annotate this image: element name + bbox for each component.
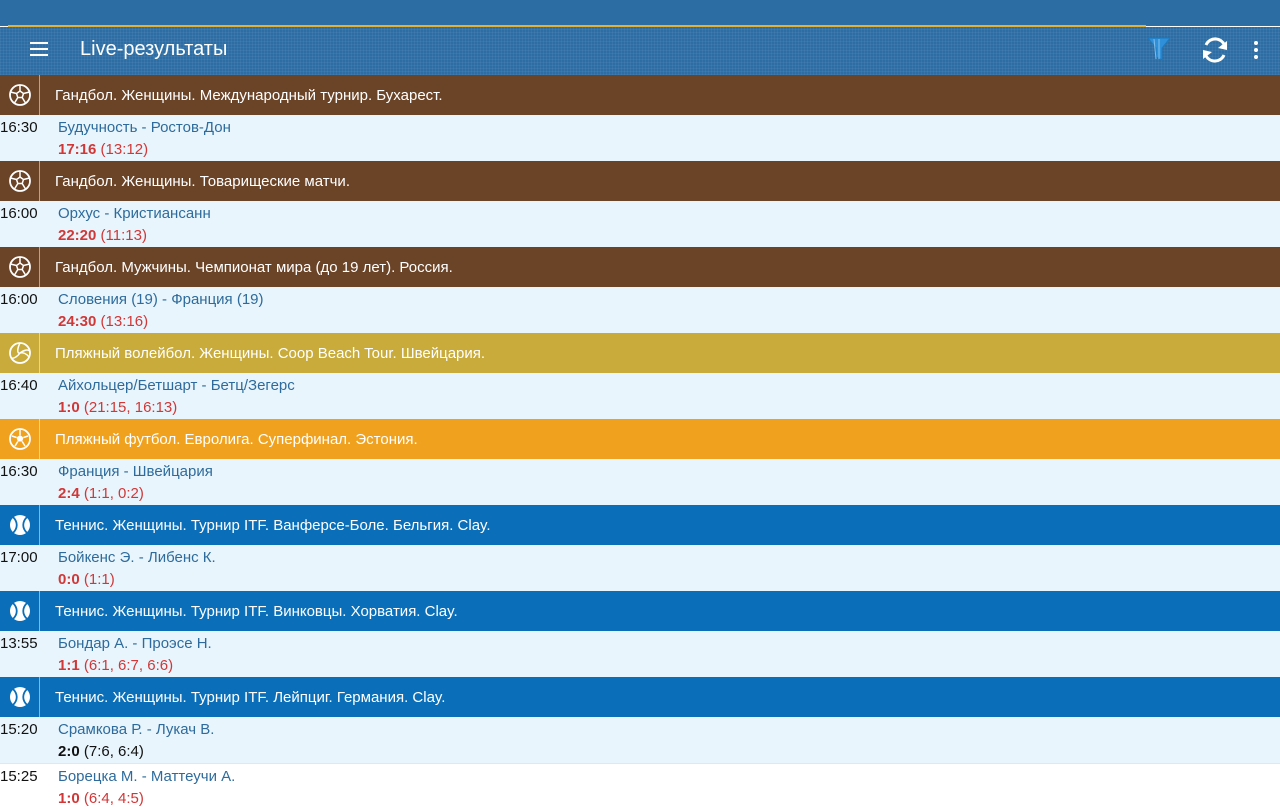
match-row[interactable]: 16:40 Айхольцер/Бетшарт - Бетц/Зегерс 1:… xyxy=(0,373,1280,419)
match-time: 16:30 xyxy=(0,463,38,480)
refresh-icon xyxy=(1200,37,1230,69)
match-score: 1:0 (21:15, 16:13) xyxy=(58,399,178,416)
match-row[interactable]: 16:00 Словения (19) - Франция (19) 24:30… xyxy=(0,287,1280,333)
match-time: 16:40 xyxy=(0,377,38,394)
menu-button[interactable] xyxy=(20,37,60,65)
match-score: 1:1 (6:1, 6:7, 6:6) xyxy=(58,657,174,674)
refresh-button[interactable] xyxy=(1200,35,1232,67)
match-row[interactable]: 15:20 Срамкова Р. - Лукач В. 2:0 (7:6, 6… xyxy=(0,717,1280,763)
more-options-button[interactable] xyxy=(1244,35,1268,65)
match-row[interactable]: 13:55 Бондар А. - Проэсе Н. 1:1 (6:1, 6:… xyxy=(0,631,1280,677)
match-row[interactable]: 17:00 Бойкенс Э. - Либенс К. 0:0 (1:1) xyxy=(0,545,1280,591)
match-score: 1:0 (6:4, 4:5) xyxy=(58,790,144,807)
volleyball-icon xyxy=(0,333,40,373)
match-score: 0:0 (1:1) xyxy=(58,571,115,588)
soccer-ball-icon xyxy=(0,419,40,459)
filter-button[interactable] xyxy=(1146,35,1176,65)
tournament-title: Гандбол. Женщины. Товарищеские матчи. xyxy=(55,172,350,190)
tournament-title: Гандбол. Женщины. Международный турнир. … xyxy=(55,86,443,104)
tournament-header[interactable]: Пляжный футбол. Евролига. Суперфинал. Эс… xyxy=(0,419,1280,459)
match-score: 2:0 (7:6, 6:4) xyxy=(58,743,144,760)
app-bar: Live-результаты xyxy=(0,27,1280,75)
tournament-title: Гандбол. Мужчины. Чемпионат мира (до 19 … xyxy=(55,258,453,276)
match-time: 17:00 xyxy=(0,549,38,566)
match-row[interactable]: 15:25 Борецка М. - Маттеучи А. 1:0 (6:4,… xyxy=(0,763,1280,810)
match-time: 16:00 xyxy=(0,291,38,308)
match-time: 16:00 xyxy=(0,205,38,222)
hamburger-menu-icon xyxy=(20,42,60,56)
tournament-title: Теннис. Женщины. Турнир ITF. Винковцы. Х… xyxy=(55,602,458,620)
tournament-header[interactable]: Гандбол. Женщины. Международный турнир. … xyxy=(0,75,1280,115)
match-row[interactable]: 16:00 Орхус - Кристиансанн 22:20 (11:13) xyxy=(0,201,1280,247)
match-score: 17:16 (13:12) xyxy=(58,141,149,158)
results-list: Гандбол. Женщины. Международный турнир. … xyxy=(0,75,1280,810)
tournament-header[interactable]: Гандбол. Женщины. Товарищеские матчи. xyxy=(0,161,1280,201)
match-time: 15:25 xyxy=(0,768,38,785)
match-teams: Бондар А. - Проэсе Н. xyxy=(58,635,212,652)
handball-ball-icon xyxy=(0,161,40,201)
match-score: 22:20 (11:13) xyxy=(58,227,147,244)
tournament-title: Теннис. Женщины. Турнир ITF. Лейпциг. Ге… xyxy=(55,688,446,706)
page-title: Live-результаты xyxy=(80,38,228,60)
match-teams: Словения (19) - Франция (19) xyxy=(58,291,264,308)
match-teams: Франция - Швейцария xyxy=(58,463,213,480)
tournament-header[interactable]: Теннис. Женщины. Турнир ITF. Винковцы. Х… xyxy=(0,591,1280,631)
status-bar xyxy=(0,0,1280,26)
match-time: 15:20 xyxy=(0,721,38,738)
filter-icon xyxy=(1146,37,1172,67)
match-teams: Орхус - Кристиансанн xyxy=(58,205,211,222)
tournament-header[interactable]: Пляжный волейбол. Женщины. Coop Beach To… xyxy=(0,333,1280,373)
match-score: 24:30 (13:16) xyxy=(58,313,149,330)
match-teams: Айхольцер/Бетшарт - Бетц/Зегерс xyxy=(58,377,295,394)
tennis-ball-icon xyxy=(0,505,40,545)
tournament-title: Теннис. Женщины. Турнир ITF. Ванферсе-Бо… xyxy=(55,516,491,534)
tournament-header[interactable]: Гандбол. Мужчины. Чемпионат мира (до 19 … xyxy=(0,247,1280,287)
match-row[interactable]: 16:30 Франция - Швейцария 2:4 (1:1, 0:2) xyxy=(0,459,1280,505)
tournament-header[interactable]: Теннис. Женщины. Турнир ITF. Лейпциг. Ге… xyxy=(0,677,1280,717)
more-vert-icon xyxy=(1244,41,1268,69)
handball-ball-icon xyxy=(0,75,40,115)
tennis-ball-icon xyxy=(0,677,40,717)
tennis-ball-icon xyxy=(0,591,40,631)
match-row[interactable]: 16:30 Будучность - Ростов-Дон 17:16 (13:… xyxy=(0,115,1280,161)
tournament-title: Пляжный футбол. Евролига. Суперфинал. Эс… xyxy=(55,430,418,448)
match-teams: Будучность - Ростов-Дон xyxy=(58,119,231,136)
match-teams: Борецка М. - Маттеучи А. xyxy=(58,768,236,785)
match-score: 2:4 (1:1, 0:2) xyxy=(58,485,144,502)
match-time: 16:30 xyxy=(0,119,38,136)
tournament-header[interactable]: Теннис. Женщины. Турнир ITF. Ванферсе-Бо… xyxy=(0,505,1280,545)
tournament-title: Пляжный волейбол. Женщины. Coop Beach To… xyxy=(55,344,486,362)
match-teams: Бойкенс Э. - Либенс К. xyxy=(58,549,216,566)
match-time: 13:55 xyxy=(0,635,38,652)
match-teams: Срамкова Р. - Лукач В. xyxy=(58,721,215,738)
handball-ball-icon xyxy=(0,247,40,287)
